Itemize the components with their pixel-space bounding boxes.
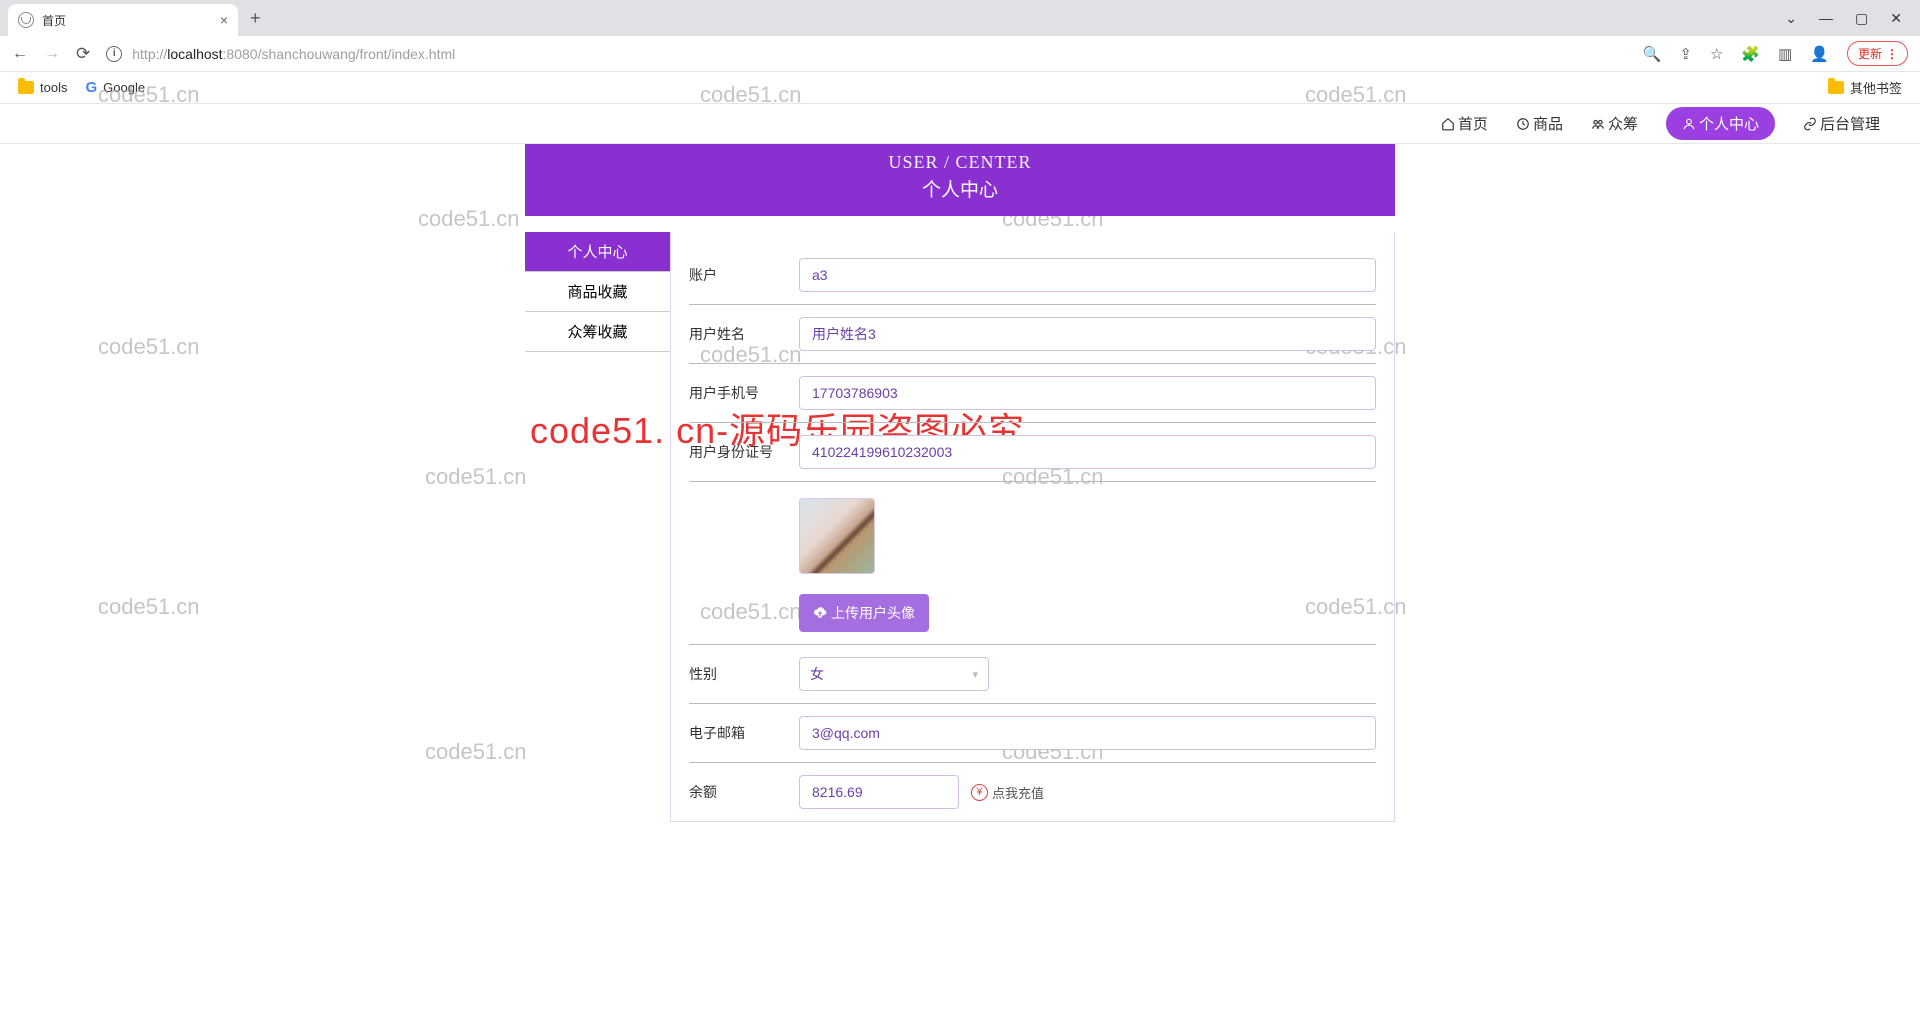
group-icon: [1591, 117, 1605, 131]
hero-subtitle: USER / CENTER: [525, 152, 1395, 173]
watermark: code51.cn: [418, 206, 520, 232]
label-gender: 性别: [689, 664, 799, 684]
label-balance: 余额: [689, 782, 799, 802]
reload-icon[interactable]: ⟳: [76, 44, 90, 64]
cloud-upload-icon: [813, 606, 827, 620]
label-phone: 用户手机号: [689, 383, 799, 403]
label-idcard: 用户身份证号: [689, 442, 799, 462]
recharge-link[interactable]: ¥ 点我充值: [971, 783, 1044, 802]
row-phone: 用户手机号: [689, 364, 1376, 423]
google-icon: G: [85, 79, 97, 96]
row-balance: 余额 ¥ 点我充值: [689, 763, 1376, 821]
menu-crowd-fav[interactable]: 众筹收藏: [525, 312, 670, 352]
home-icon: [1441, 117, 1455, 131]
info-icon[interactable]: i: [106, 46, 122, 62]
nav-user-center[interactable]: 个人中心: [1666, 107, 1775, 140]
bookmark-other[interactable]: 其他书签: [1828, 78, 1902, 97]
close-window-icon[interactable]: ✕: [1890, 10, 1902, 27]
address-bar-row: ← → ⟳ i http:// localhost :8080/shanchou…: [0, 36, 1920, 72]
row-gender: 性别 女 ▾: [689, 645, 1376, 704]
bookmarks-bar: tools GGoogle 其他书签: [0, 72, 1920, 104]
back-icon[interactable]: ←: [12, 45, 28, 63]
input-balance[interactable]: [799, 775, 959, 809]
site-top-nav: 首页 商品 众筹 个人中心 后台管理: [0, 104, 1920, 144]
label-account: 账户: [689, 265, 799, 285]
globe-icon: [18, 12, 34, 28]
url-path: :8080/shanchouwang/front/index.html: [223, 46, 456, 62]
chevron-down-icon: ▾: [972, 668, 978, 681]
nav-goods[interactable]: 商品: [1516, 113, 1563, 134]
tab-title: 首页: [42, 12, 66, 29]
link-icon: [1803, 117, 1817, 131]
watermark: code51.cn: [425, 464, 527, 490]
share-icon[interactable]: ⇪: [1679, 45, 1692, 63]
nav-admin[interactable]: 后台管理: [1803, 113, 1880, 134]
watermark: code51.cn: [98, 594, 200, 620]
label-name: 用户姓名: [689, 324, 799, 344]
menu-goods-fav[interactable]: 商品收藏: [525, 272, 670, 312]
nav-home[interactable]: 首页: [1441, 113, 1488, 134]
window-controls: ⌄ — ▢ ✕: [1785, 10, 1920, 27]
watermark: code51.cn: [425, 739, 527, 765]
hero-title: 个人中心: [525, 175, 1395, 202]
folder-icon: [1828, 81, 1844, 94]
close-icon[interactable]: ×: [220, 12, 228, 28]
side-menu: 个人中心 商品收藏 众筹收藏: [525, 232, 670, 822]
row-email: 电子邮箱: [689, 704, 1376, 763]
folder-icon: [18, 81, 34, 94]
menu-user-center[interactable]: 个人中心: [525, 232, 670, 272]
new-tab-button[interactable]: +: [250, 8, 261, 29]
update-button[interactable]: 更新⋮: [1847, 41, 1908, 66]
input-account[interactable]: [799, 258, 1376, 292]
yen-icon: ¥: [971, 784, 988, 801]
clock-icon: [1516, 117, 1530, 131]
input-name[interactable]: [799, 317, 1376, 351]
user-icon: [1682, 117, 1696, 131]
url-host: localhost: [167, 46, 222, 62]
upload-avatar-button[interactable]: 上传用户头像: [799, 594, 929, 632]
input-idcard[interactable]: [799, 435, 1376, 469]
minimize-icon[interactable]: —: [1819, 10, 1833, 27]
side-panel-icon[interactable]: ▥: [1778, 45, 1792, 63]
watermark: code51.cn: [98, 334, 200, 360]
browser-tab[interactable]: 首页 ×: [8, 4, 238, 36]
chevron-down-icon[interactable]: ⌄: [1785, 10, 1797, 27]
row-account: 账户: [689, 246, 1376, 305]
main-container: USER / CENTER 个人中心 个人中心 商品收藏 众筹收藏 账户 用户姓…: [525, 144, 1395, 822]
maximize-icon[interactable]: ▢: [1855, 10, 1868, 27]
avatar-image: [799, 498, 875, 574]
tab-strip: 首页 × + ⌄ — ▢ ✕: [0, 0, 1920, 36]
select-gender[interactable]: 女 ▾: [799, 657, 989, 691]
zoom-icon[interactable]: 🔍: [1643, 45, 1662, 63]
form-panel: 账户 用户姓名 用户手机号 用户身份证号: [670, 232, 1395, 822]
bookmark-google[interactable]: GGoogle: [85, 79, 145, 96]
input-email[interactable]: [799, 716, 1376, 750]
row-idcard: 用户身份证号: [689, 423, 1376, 482]
row-name: 用户姓名: [689, 305, 1376, 364]
input-phone[interactable]: [799, 376, 1376, 410]
bookmark-tools[interactable]: tools: [18, 80, 67, 95]
row-avatar: 上传用户头像: [689, 482, 1376, 645]
url-scheme: http://: [132, 46, 167, 62]
address-bar[interactable]: i http:// localhost :8080/shanchouwang/f…: [106, 46, 1626, 62]
extensions-icon[interactable]: 🧩: [1741, 45, 1760, 63]
bookmark-star-icon[interactable]: ☆: [1710, 45, 1723, 63]
label-email: 电子邮箱: [689, 723, 799, 743]
profile-icon[interactable]: 👤: [1810, 45, 1829, 63]
hero-banner: USER / CENTER 个人中心: [525, 144, 1395, 216]
nav-crowd[interactable]: 众筹: [1591, 113, 1638, 134]
page-content: code51.cn code51.cn code51.cn code51.cn …: [0, 144, 1920, 822]
forward-icon[interactable]: →: [44, 45, 60, 63]
toolbar-icons: 🔍 ⇪ ☆ 🧩 ▥ 👤 更新⋮: [1643, 41, 1908, 66]
